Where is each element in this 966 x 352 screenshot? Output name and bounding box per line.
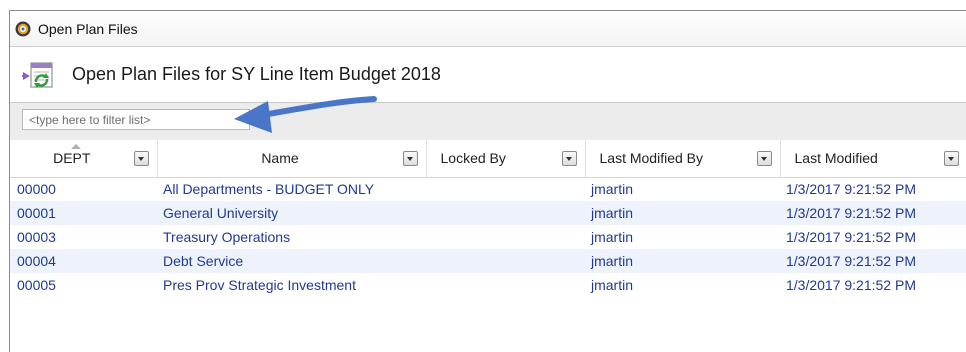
cell-last-modified: 1/3/2017 9:21:52 PM xyxy=(786,229,916,245)
cell-last-modified: 1/3/2017 9:21:52 PM xyxy=(780,201,966,225)
cell-locked-by xyxy=(426,249,585,273)
cell-dept: 00004 xyxy=(10,249,157,273)
cell-last-modified-by: jmartin xyxy=(591,277,634,293)
table-row[interactable]: 00001 General University jmartin 1/3/201… xyxy=(10,201,966,225)
column-header-label: DEPT xyxy=(53,150,91,167)
cell-last-modified-by: jmartin xyxy=(585,201,780,225)
cell-dept: 00001 xyxy=(10,201,157,225)
column-header-last-modified[interactable]: Last Modified xyxy=(780,140,966,178)
dialog-header: Open Plan Files for SY Line Item Budget … xyxy=(10,47,966,102)
app-orb-icon xyxy=(15,21,31,36)
open-plan-files-dialog: Open Plan Files Open Plan Files for SY L… xyxy=(9,10,966,352)
cell-locked-by xyxy=(426,177,585,201)
table-header-row: DEPT Name Locked By Last Modified By Las… xyxy=(10,140,966,178)
cell-dept: 00005 xyxy=(17,277,56,293)
table-row[interactable]: 00005 Pres Prov Strategic Investment jma… xyxy=(10,273,966,297)
cell-name: All Departments - BUDGET ONLY xyxy=(163,181,375,198)
table-row[interactable]: 00004 Debt Service jmartin 1/3/2017 9:21… xyxy=(10,249,966,273)
column-header-dept[interactable]: DEPT xyxy=(10,140,158,178)
filter-bar xyxy=(10,96,966,140)
cell-last-modified-by: jmartin xyxy=(591,181,634,198)
dialog-heading: Open Plan Files for SY Line Item Budget … xyxy=(72,64,441,84)
table-row[interactable]: 00003 Treasury Operations jmartin 1/3/20… xyxy=(10,225,966,249)
cell-name: Treasury Operations xyxy=(163,229,291,245)
column-header-label: Locked By xyxy=(440,150,506,167)
cell-last-modified-by: jmartin xyxy=(585,249,780,273)
cell-dept: 00000 xyxy=(17,181,56,198)
cell-locked-by xyxy=(426,201,585,225)
plan-files-table: DEPT Name Locked By Last Modified By Las… xyxy=(10,140,966,297)
refresh-list-icon xyxy=(22,62,53,88)
table-row[interactable]: 00000 All Departments - BUDGET ONLY jmar… xyxy=(10,177,966,201)
cell-locked-by xyxy=(426,225,585,249)
sort-indicator-icon xyxy=(71,144,81,149)
chevron-down-icon[interactable] xyxy=(943,150,959,166)
window-title: Open Plan Files xyxy=(38,20,138,37)
column-header-locked-by[interactable]: Locked By xyxy=(426,140,586,178)
column-header-label: Last Modified By xyxy=(599,150,704,167)
filter-input[interactable] xyxy=(22,109,250,130)
column-header-last-modified-by[interactable]: Last Modified By xyxy=(585,140,781,178)
cell-name: Debt Service xyxy=(157,249,426,273)
column-header-label: Last Modified xyxy=(794,150,878,167)
cell-last-modified: 1/3/2017 9:21:52 PM xyxy=(786,181,916,198)
cell-locked-by xyxy=(426,273,585,297)
cell-dept: 00003 xyxy=(17,229,56,245)
chevron-down-icon[interactable] xyxy=(756,150,772,166)
title-bar[interactable]: Open Plan Files xyxy=(10,11,966,47)
chevron-down-icon[interactable] xyxy=(561,150,577,166)
chevron-down-icon[interactable] xyxy=(133,150,149,166)
column-header-name[interactable]: Name xyxy=(157,140,427,178)
cell-last-modified-by: jmartin xyxy=(591,229,634,245)
chevron-down-icon[interactable] xyxy=(402,150,418,166)
cell-last-modified: 1/3/2017 9:21:52 PM xyxy=(780,249,966,273)
cell-name: Pres Prov Strategic Investment xyxy=(163,277,356,293)
cell-name: General University xyxy=(157,201,426,225)
cell-last-modified: 1/3/2017 9:21:52 PM xyxy=(786,277,916,293)
column-header-label: Name xyxy=(261,150,299,167)
